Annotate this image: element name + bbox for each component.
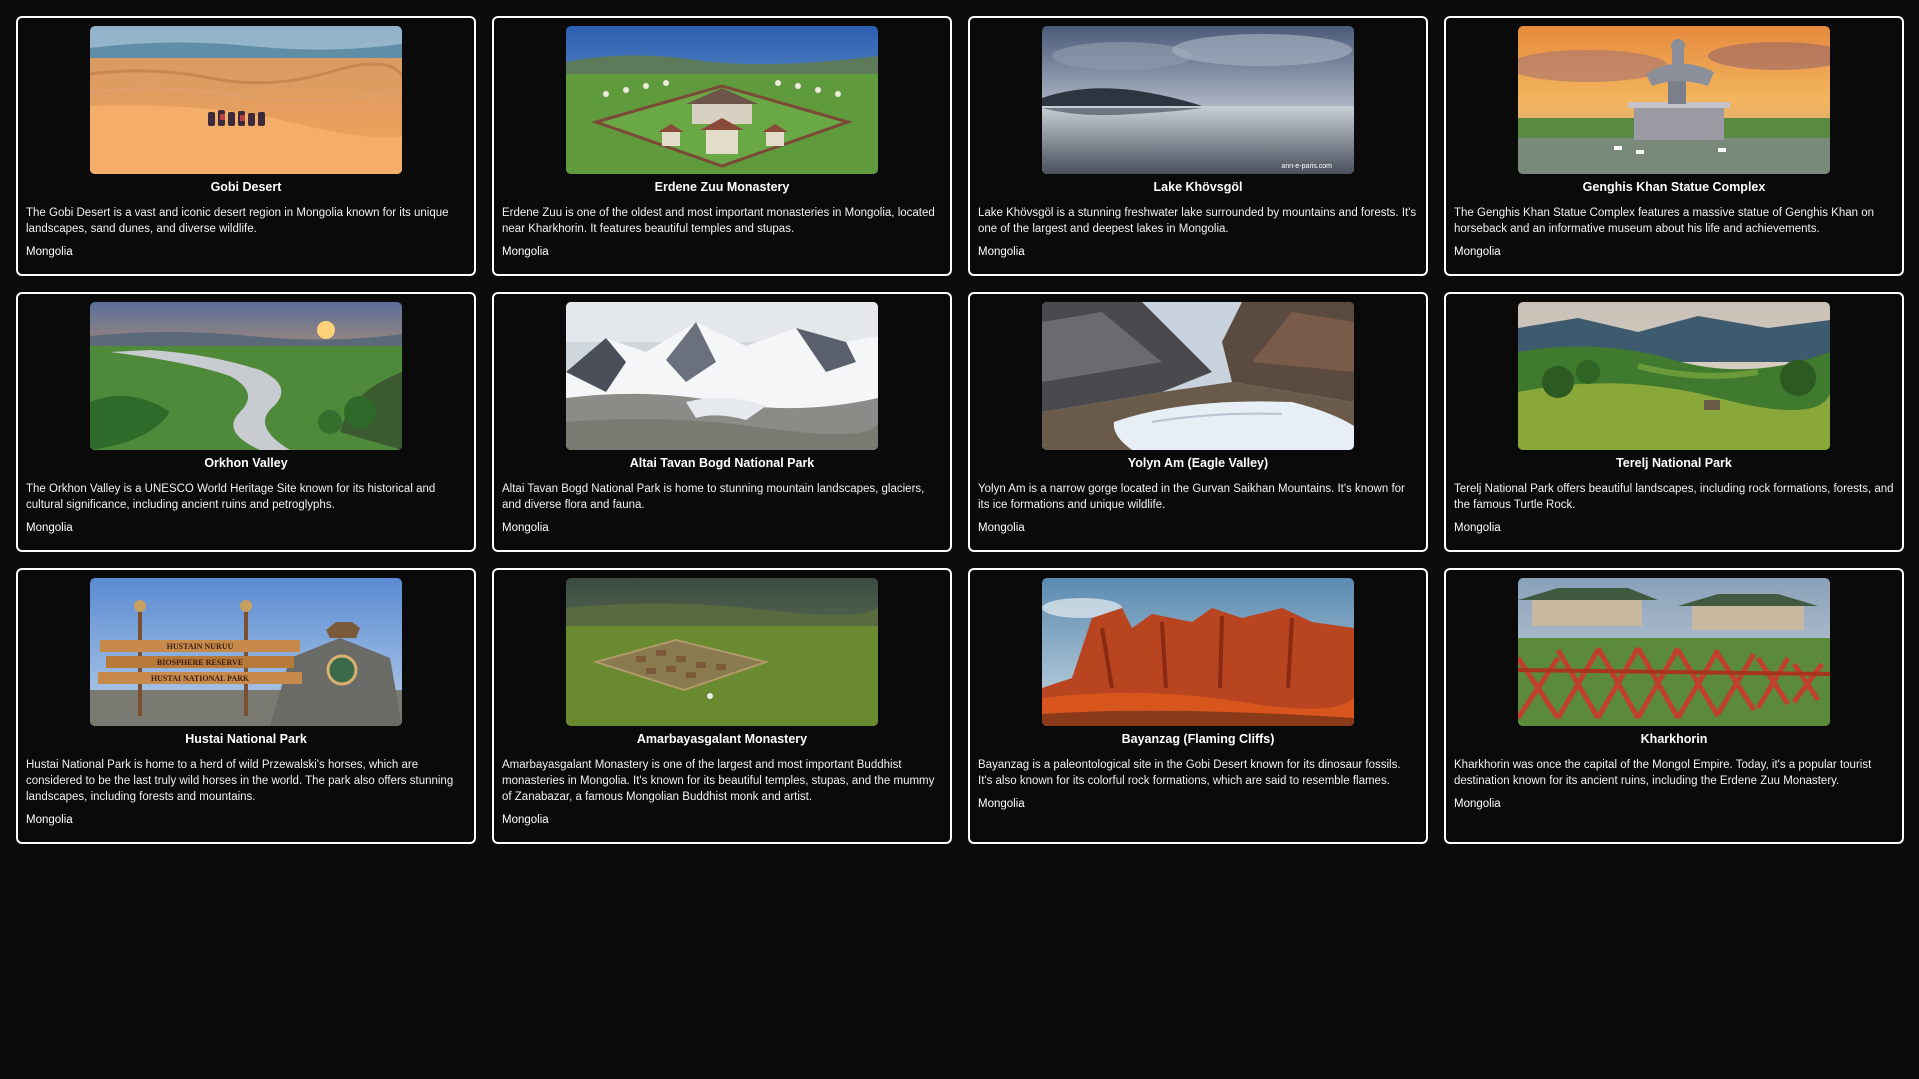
bayanzag-flaming-cliffs-photo (1042, 578, 1354, 726)
attraction-title: Altai Tavan Bogd National Park (629, 456, 815, 470)
terelj-national-park-photo (1518, 302, 1830, 450)
hustai-national-park-photo: HUSTAIN NURUU BIOSPHERE RESERVE HUSTAI N… (90, 578, 402, 726)
attraction-description: Amarbayasgalant Monastery is one of the … (502, 759, 935, 803)
attraction-country: Mongolia (502, 246, 549, 258)
attraction-description: Bayanzag is a paleontological site in th… (978, 759, 1401, 787)
attraction-image[interactable]: HUSTAIN NURUU BIOSPHERE RESERVE HUSTAI N… (90, 578, 402, 726)
sign-line: BIOSPHERE RESERVE (157, 658, 243, 667)
kharkhorin-photo (1518, 578, 1830, 726)
attraction-title: Erdene Zuu Monastery (654, 180, 790, 194)
gobi-desert-photo (90, 26, 402, 174)
attraction-description: The Genghis Khan Statue Complex features… (1454, 207, 1874, 235)
attraction-title: Yolyn Am (Eagle Valley) (1127, 456, 1269, 470)
attraction-country: Mongolia (1454, 522, 1501, 534)
attraction-country: Mongolia (1454, 246, 1501, 258)
attraction-image[interactable] (1518, 302, 1830, 450)
attraction-card[interactable]: Erdene Zuu Monastery Erdene Zuu is one o… (492, 16, 952, 276)
attraction-image[interactable] (1042, 302, 1354, 450)
attraction-country: Mongolia (502, 522, 549, 534)
sign-line: HUSTAI NATIONAL PARK (151, 674, 250, 683)
attraction-card[interactable]: Genghis Khan Statue Complex The Genghis … (1444, 16, 1904, 276)
attraction-card[interactable]: HUSTAIN NURUU BIOSPHERE RESERVE HUSTAI N… (16, 568, 476, 844)
attraction-card[interactable]: ann-e-paris.com Lake Khövsgöl Lake Khövs… (968, 16, 1428, 276)
attraction-card[interactable]: Terelj National Park Terelj National Par… (1444, 292, 1904, 552)
attraction-title: Terelj National Park (1616, 456, 1732, 470)
attraction-description: Kharkhorin was once the capital of the M… (1454, 759, 1872, 787)
attraction-image[interactable] (1518, 26, 1830, 174)
attraction-title: Genghis Khan Statue Complex (1582, 180, 1766, 194)
erdene-zuu-photo (566, 26, 878, 174)
attraction-title: Bayanzag (Flaming Cliffs) (1121, 732, 1275, 746)
attraction-image[interactable] (90, 302, 402, 450)
attraction-country: Mongolia (1454, 798, 1501, 810)
attraction-image[interactable] (90, 26, 402, 174)
orkhon-valley-photo (90, 302, 402, 450)
attraction-title: Hustai National Park (185, 732, 307, 746)
attraction-card[interactable]: Amarbayasgalant Monastery Amarbayasgalan… (492, 568, 952, 844)
attraction-country: Mongolia (978, 522, 1025, 534)
photo-watermark: ann-e-paris.com (1281, 163, 1332, 170)
attraction-title: Lake Khövsgöl (1153, 180, 1243, 194)
attraction-country: Mongolia (26, 522, 73, 534)
attraction-title: Orkhon Valley (204, 456, 288, 470)
attraction-country: Mongolia (978, 246, 1025, 258)
amarbayasgalant-monastery-photo (566, 578, 878, 726)
attraction-image[interactable] (1518, 578, 1830, 726)
genghis-khan-statue-photo (1518, 26, 1830, 174)
attraction-country: Mongolia (26, 246, 73, 258)
attraction-card[interactable]: Orkhon Valley The Orkhon Valley is a UNE… (16, 292, 476, 552)
attraction-image[interactable] (566, 302, 878, 450)
attraction-title: Kharkhorin (1640, 732, 1708, 746)
attractions-grid: Gobi Desert The Gobi Desert is a vast an… (16, 16, 1904, 844)
attraction-image[interactable] (566, 26, 878, 174)
attraction-description: Erdene Zuu is one of the oldest and most… (502, 207, 935, 235)
attraction-card[interactable]: Kharkhorin Kharkhorin was once the capit… (1444, 568, 1904, 844)
attraction-description: Altai Tavan Bogd National Park is home t… (502, 483, 925, 511)
attraction-description: Yolyn Am is a narrow gorge located in th… (978, 483, 1405, 511)
attraction-title: Gobi Desert (210, 180, 282, 194)
attraction-description: Lake Khövsgöl is a stunning freshwater l… (978, 207, 1417, 235)
attraction-country: Mongolia (978, 798, 1025, 810)
attraction-description: The Gobi Desert is a vast and iconic des… (26, 207, 449, 235)
sign-line: HUSTAIN NURUU (167, 642, 234, 651)
attraction-description: The Orkhon Valley is a UNESCO World Heri… (26, 483, 436, 511)
lake-khovsgol-photo: ann-e-paris.com (1042, 26, 1354, 174)
attraction-image[interactable] (1042, 578, 1354, 726)
attraction-country: Mongolia (26, 814, 73, 826)
yolyn-am-photo (1042, 302, 1354, 450)
attraction-description: Terelj National Park offers beautiful la… (1454, 483, 1894, 511)
altai-tavan-bogd-photo (566, 302, 878, 450)
attraction-title: Amarbayasgalant Monastery (636, 732, 808, 746)
attraction-country: Mongolia (502, 814, 549, 826)
attraction-image[interactable] (566, 578, 878, 726)
attraction-card[interactable]: Yolyn Am (Eagle Valley) Yolyn Am is a na… (968, 292, 1428, 552)
attraction-card[interactable]: Gobi Desert The Gobi Desert is a vast an… (16, 16, 476, 276)
attraction-card[interactable]: Bayanzag (Flaming Cliffs) Bayanzag is a … (968, 568, 1428, 844)
attraction-image[interactable]: ann-e-paris.com (1042, 26, 1354, 174)
attraction-card[interactable]: Altai Tavan Bogd National Park Altai Tav… (492, 292, 952, 552)
attraction-description: Hustai National Park is home to a herd o… (26, 759, 454, 803)
